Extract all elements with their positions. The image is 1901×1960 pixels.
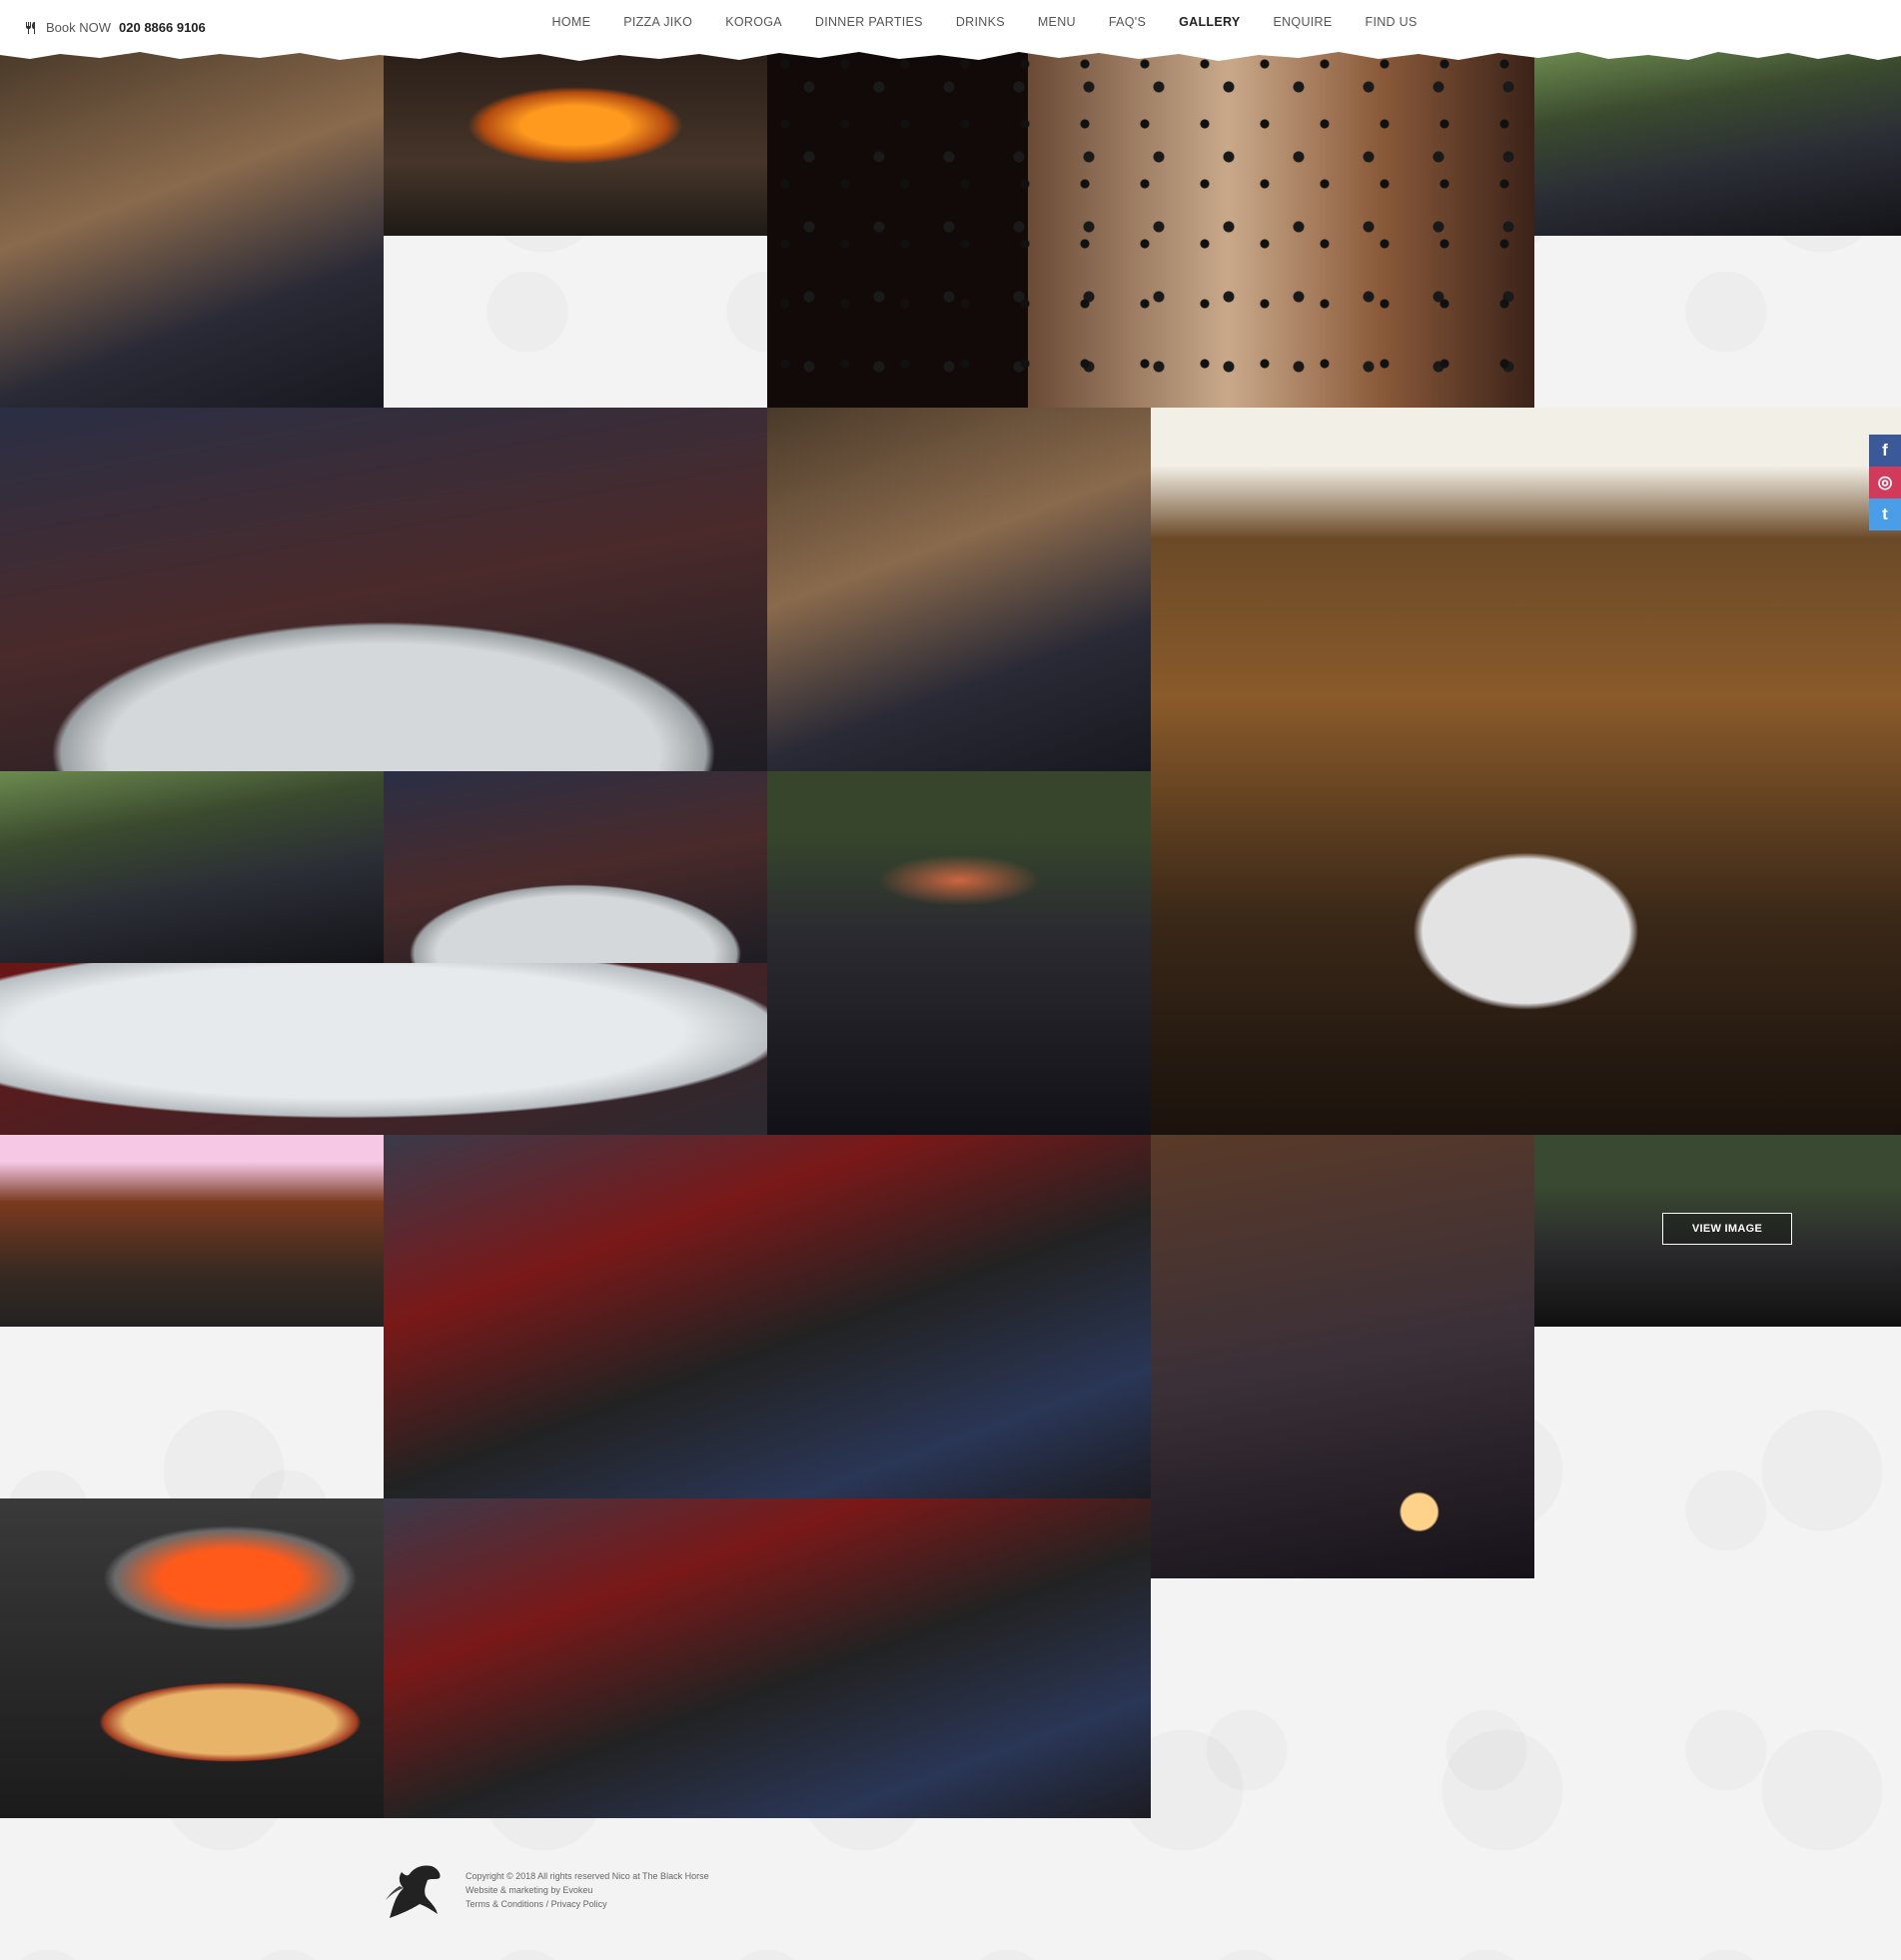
gallery-photo-garden-party[interactable]	[0, 771, 384, 963]
instagram-icon[interactable]: ◎	[1869, 467, 1901, 498]
privacy-link[interactable]: Privacy Policy	[551, 1899, 607, 1909]
nav-gallery[interactable]: GALLERY	[1163, 15, 1257, 29]
gallery-photo-woman-eating[interactable]	[767, 408, 1151, 771]
phone-number[interactable]: 020 8866 9106	[119, 20, 206, 35]
nav-koroga[interactable]: KOROGA	[709, 15, 799, 29]
site-footer: Copyright © 2018 All rights reserved Nic…	[380, 1860, 709, 1920]
terms-link[interactable]: Terms & Conditions	[466, 1899, 543, 1909]
nav-find-us[interactable]: FIND US	[1349, 15, 1433, 29]
gallery-photo-terrace-group[interactable]	[1534, 52, 1901, 236]
book-now[interactable]: Book NOW 020 8866 9106	[24, 20, 206, 35]
credit-text: Website & marketing by Evokeu	[466, 1885, 593, 1895]
footer-separator: /	[545, 1899, 549, 1909]
facebook-icon[interactable]: f	[1869, 435, 1901, 467]
view-image-button[interactable]: VIEW IMAGE	[1662, 1213, 1792, 1245]
gallery-photo-empty-terrace[interactable]: VIEW IMAGE	[1534, 1135, 1901, 1327]
gallery-photo-gazebo-interior[interactable]	[1151, 408, 1901, 1135]
gallery-photo-koroga-pan[interactable]	[0, 408, 767, 771]
nav-menu[interactable]: MENU	[1021, 15, 1092, 29]
gallery-photo-hands-cooking-2[interactable]	[384, 1498, 1151, 1818]
main-nav: HOME PIZZA JIKO KOROGA DINNER PARTIES DR…	[535, 15, 1433, 29]
cutlery-icon	[26, 21, 35, 34]
gallery-photo-group-around-grill[interactable]	[767, 771, 1151, 1135]
gallery-photo-pizza-stack[interactable]	[1151, 1135, 1534, 1578]
gallery-photo-koroga-terrace[interactable]	[0, 1135, 384, 1327]
nav-dinner-parties[interactable]: DINNER PARTIES	[798, 15, 939, 29]
twitter-icon[interactable]: t	[1869, 498, 1901, 530]
nav-faqs[interactable]: FAQ'S	[1092, 15, 1162, 29]
site-header: Book NOW 020 8866 9106 HOME PIZZA JIKO K…	[0, 0, 1901, 52]
gallery-photo-oven-pizza[interactable]	[0, 1498, 384, 1818]
gallery-photo-hands-cooking[interactable]	[384, 1135, 1151, 1498]
nav-drinks[interactable]: DRINKS	[939, 15, 1021, 29]
nav-home[interactable]: HOME	[535, 15, 607, 29]
nav-enquire[interactable]: ENQUIRE	[1257, 15, 1349, 29]
social-sidebar: f ◎ t	[1869, 435, 1901, 530]
nav-pizza-jiko[interactable]: PIZZA JIKO	[607, 15, 709, 29]
gallery-photo-group-cooking[interactable]	[0, 52, 384, 408]
copyright-text: Copyright © 2018 All rights reserved Nic…	[466, 1871, 709, 1881]
gallery-photo-fire-grill[interactable]	[384, 52, 767, 236]
book-now-label: Book NOW	[46, 20, 112, 35]
gallery-photo-pan-sauce[interactable]	[384, 771, 767, 963]
gallery-photo-pan-detail[interactable]	[0, 963, 767, 1135]
black-horse-logo	[386, 1865, 441, 1918]
gallery-photo-pizza-closeup[interactable]	[767, 52, 1534, 408]
